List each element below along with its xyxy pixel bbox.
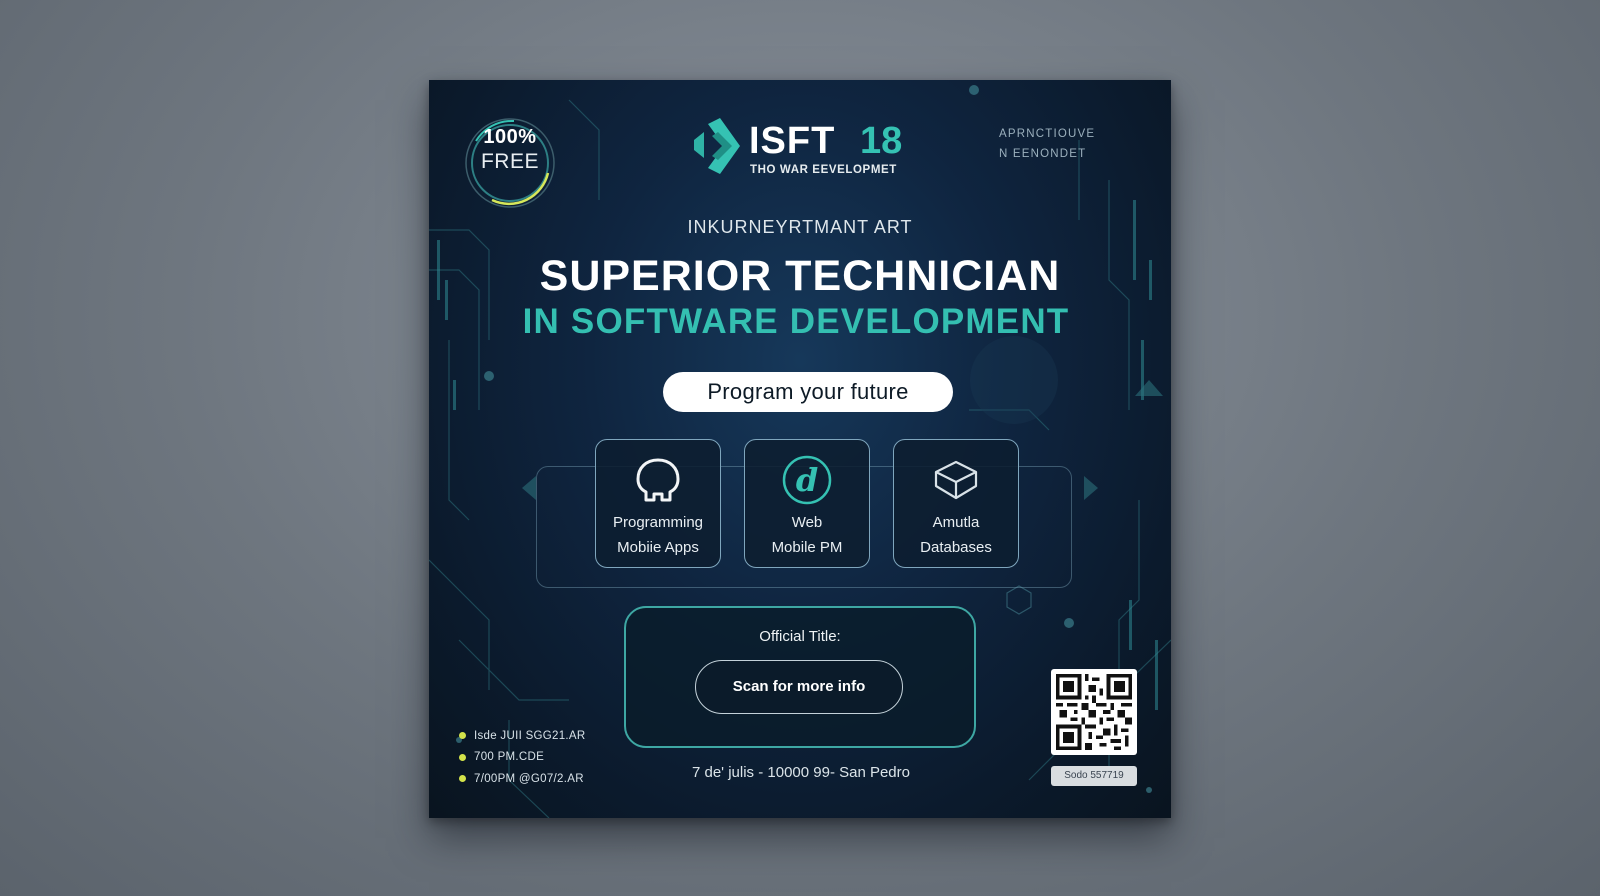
list-item: 700 PM.CDE bbox=[459, 747, 586, 769]
database-cube-icon bbox=[934, 460, 978, 500]
scan-info-button[interactable]: Scan for more info bbox=[695, 660, 903, 714]
top-right-line1: APRNCTIOUVE bbox=[999, 128, 1096, 140]
badge-percent: 100% bbox=[483, 126, 537, 148]
card-programming-line2: Mobiie Apps bbox=[617, 539, 699, 556]
badge-free: FREE bbox=[480, 150, 539, 173]
bullet-text: 7/00PM @G07/2.AR bbox=[474, 772, 584, 785]
official-title-label: Official Title: bbox=[759, 628, 841, 645]
kicker-text: INKURNEYRTMANT ART bbox=[687, 217, 913, 237]
bullet-dot bbox=[459, 753, 466, 761]
head-icon bbox=[636, 458, 680, 502]
logo-arrow-icon bbox=[694, 118, 740, 174]
program-your-future-button[interactable]: Program your future bbox=[663, 372, 953, 412]
bullet-text: 700 PM.CDE bbox=[474, 751, 545, 764]
card-databases[interactable]: Amutla Databases bbox=[893, 439, 1019, 568]
qr-code-icon bbox=[1056, 674, 1132, 750]
bullet-dot bbox=[459, 732, 466, 740]
card-programming-line1: Programming bbox=[612, 514, 704, 531]
logo-number: 18 bbox=[860, 120, 903, 162]
card-web[interactable]: d Web Mobile PM bbox=[744, 439, 870, 568]
card-databases-line1: Amutla bbox=[932, 514, 980, 531]
card-databases-line2: Databases bbox=[920, 539, 992, 556]
poster: 100% FREE ISFT 18 THO WAR EEVELOPMET APR… bbox=[429, 80, 1171, 818]
card-web-line2: Mobile PM bbox=[771, 539, 843, 556]
info-bullets: Isde JUII SGG21.AR 700 PM.CDE 7/00PM @G0… bbox=[459, 725, 586, 790]
logo-name: ISFT bbox=[749, 120, 836, 162]
qr-code-label: Sodo 557719 bbox=[1051, 766, 1137, 786]
logo-tagline: THO WAR EEVELOPMET bbox=[750, 164, 897, 176]
web-icon: d bbox=[782, 455, 832, 505]
top-right-text: APRNCTIOUVE N EENONDET bbox=[999, 124, 1095, 164]
bullet-dot bbox=[459, 775, 466, 783]
headline-line1: SUPERIOR TECHNICIAN bbox=[539, 252, 1061, 300]
list-item: 7/00PM @G07/2.AR bbox=[459, 768, 586, 790]
top-right-line2: N EENONDET bbox=[999, 148, 1087, 160]
date-location-text: 7 de' julis - 10000 99- San Pedro bbox=[691, 764, 910, 781]
svg-text:d: d bbox=[796, 461, 818, 499]
headline-line2: IN SOFTWARE DEVELOPMENT bbox=[522, 302, 1070, 341]
list-item: Isde JUII SGG21.AR bbox=[459, 725, 586, 747]
card-programming[interactable]: Programming Mobiie Apps bbox=[595, 439, 721, 568]
qr-code[interactable] bbox=[1051, 669, 1137, 755]
card-web-line1: Web bbox=[791, 514, 823, 531]
bullet-text: Isde JUII SGG21.AR bbox=[474, 729, 586, 742]
